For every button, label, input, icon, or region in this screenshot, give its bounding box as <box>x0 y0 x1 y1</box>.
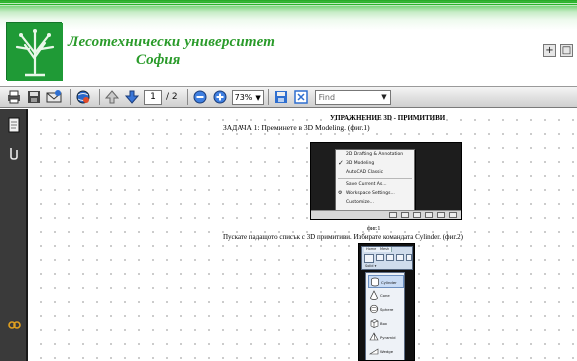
university-city: София <box>136 52 181 68</box>
gear-icon: ⚙ <box>338 190 343 196</box>
status-cell <box>401 212 409 218</box>
flyout-item-box: Box <box>368 317 404 330</box>
loft-tool-icon <box>406 254 412 261</box>
zoom-out-icon[interactable] <box>192 89 208 105</box>
status-cell <box>449 212 457 218</box>
attachments-icon[interactable] <box>7 145 21 161</box>
wedge-icon <box>369 348 379 355</box>
flyout-item-sphere: Sphere <box>368 303 404 316</box>
navigation-pane <box>0 109 28 361</box>
figure-1-screenshot: 2D Drafting & Annotation ✓ 3D Modeling Au… <box>310 142 462 220</box>
cylinder-icon <box>371 277 379 287</box>
next-page-icon[interactable] <box>124 89 140 105</box>
prev-page-icon[interactable] <box>104 89 120 105</box>
menu-item: ⚙ Workspace Settings... <box>338 190 395 196</box>
status-cell <box>437 212 445 218</box>
workspace-menu: 2D Drafting & Annotation ✓ 3D Modeling Au… <box>335 149 415 215</box>
status-cell <box>413 212 421 218</box>
box-icon <box>370 319 379 328</box>
toolbar-separator <box>70 89 71 105</box>
primitives-flyout: Cylinder Cone Sphere Box Pyramid Wedge <box>365 272 405 360</box>
university-banner: Лесотехнически университет София + □ ✕ <box>0 0 577 86</box>
zoom-value: 73% <box>234 92 253 102</box>
window-controls: + □ ✕ <box>543 44 577 57</box>
checkmark-icon: ✓ <box>338 159 344 167</box>
status-bar <box>311 210 461 219</box>
pages-icon[interactable] <box>7 117 21 133</box>
toolbar-separator <box>267 89 269 105</box>
email-icon[interactable] <box>46 89 62 105</box>
page-number-input[interactable]: 1 <box>144 89 162 105</box>
menu-item: AutoCAD Classic <box>346 170 384 175</box>
university-name: Лесотехнически университет <box>68 34 276 50</box>
flyout-item-pyramid: Pyramid <box>368 331 404 344</box>
pdf-viewer-window: Лесотехнически университет София + □ ✕ 1 <box>0 0 577 361</box>
reader-toolbar: 1 / 2 73% ▼ Find ▼ <box>0 86 577 108</box>
task-1-text: ЗАДАЧА 1: Преминете в 3D Modeling. (фиг.… <box>223 123 370 132</box>
comments-icon[interactable] <box>7 317 21 333</box>
menu-separator <box>338 178 412 179</box>
revolve-tool-icon <box>386 254 394 261</box>
save-copy-icon[interactable] <box>273 89 289 105</box>
menu-item: 2D Drafting & Annotation <box>346 152 404 157</box>
save-icon[interactable] <box>26 89 42 105</box>
chevron-down-icon: ▼ <box>255 93 261 102</box>
task-2-text: Пускате падащото списък с 3D примитиви. … <box>223 233 463 241</box>
print-icon[interactable] <box>6 89 22 105</box>
solid-panel-label: Solid ▾ <box>365 264 377 268</box>
menu-item: ✓ 3D Modeling <box>338 159 375 167</box>
find-input[interactable]: Find ▼ <box>314 89 391 105</box>
cone-icon <box>370 290 378 300</box>
figure-1-caption: фиг.1 <box>367 226 381 232</box>
menu-item: Customize... <box>346 200 374 205</box>
ribbon: Home Mesh Solid ▾ <box>361 246 413 270</box>
tree-logo-icon <box>7 23 63 81</box>
expand-button[interactable]: + <box>543 44 556 57</box>
document-page: УПРАЖНЕНИЕ 3D - ПРИМИТИВИ ЗАДАЧА 1: Прем… <box>30 109 577 361</box>
toolbar-separator <box>186 89 188 105</box>
exercise-title: УПРАЖНЕНИЕ 3D - ПРИМИТИВИ <box>330 114 446 122</box>
figure-2-screenshot: Home Mesh Solid ▾ Cylinder Cone Sphere B… <box>358 243 415 361</box>
zoom-in-icon[interactable] <box>212 89 228 105</box>
web-icon[interactable] <box>75 89 91 105</box>
box-tool-icon <box>364 254 374 263</box>
status-cell <box>425 212 433 218</box>
flyout-item-cone: Cone <box>368 289 404 302</box>
zoom-select[interactable]: 73% ▼ <box>231 89 264 105</box>
university-logo <box>6 22 63 81</box>
ribbon-tab: Mesh <box>378 247 393 252</box>
flyout-item-cylinder: Cylinder <box>368 275 404 288</box>
pyramid-icon <box>369 332 379 341</box>
fit-page-icon[interactable] <box>293 89 309 105</box>
status-cell <box>389 212 397 218</box>
toolbar-separator <box>99 89 100 105</box>
menu-item: Save Current As... <box>346 182 387 187</box>
find-placeholder: Find <box>318 92 336 102</box>
restore-button[interactable]: □ <box>560 44 573 57</box>
sphere-icon <box>369 304 379 314</box>
chevron-down-icon: ▼ <box>381 92 387 101</box>
page-total: / 2 <box>166 92 178 102</box>
sweep-tool-icon <box>396 254 404 261</box>
flyout-item-wedge: Wedge <box>368 345 404 358</box>
extrude-tool-icon <box>376 254 384 261</box>
